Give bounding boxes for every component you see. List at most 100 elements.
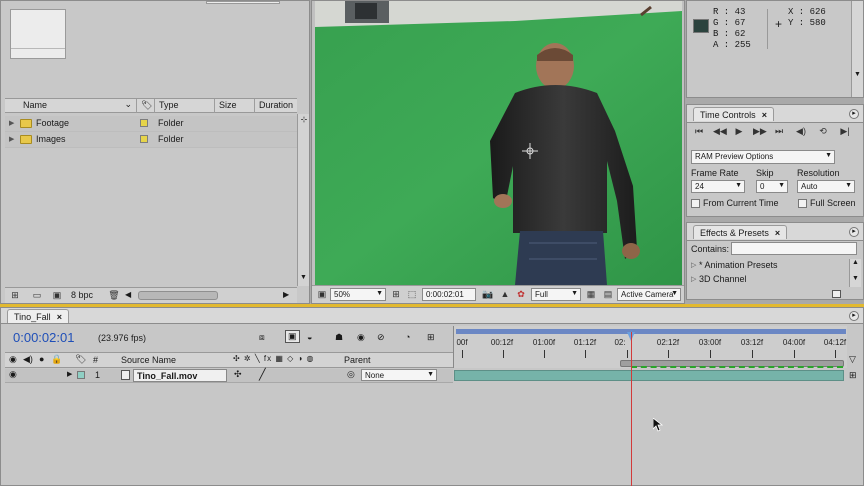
work-area-bar[interactable] (456, 329, 846, 334)
column-type[interactable]: Type (155, 99, 215, 113)
comp-marker-icon[interactable]: ▽ (849, 354, 856, 365)
shy-switch-icon[interactable]: ✣ (234, 369, 242, 380)
expand-triangle-icon[interactable]: ▶ (9, 119, 14, 127)
sort-chevron-icon[interactable]: ⌄ (124, 99, 132, 110)
flowchart-icon[interactable]: ⊹ (299, 115, 309, 125)
tab-time-controls[interactable]: Time Controls × (693, 107, 774, 121)
always-preview-icon[interactable]: ▣ (316, 289, 328, 300)
audio-icon[interactable]: ◀) (23, 354, 33, 365)
column-label-tag[interactable]: 🏷 (137, 99, 155, 113)
tab-effects-presets[interactable]: Effects & Presets × (693, 225, 788, 239)
skip-dropdown[interactable]: 0 (756, 180, 788, 193)
ram-preview-icon[interactable]: ▶| (839, 126, 851, 137)
close-icon[interactable]: × (57, 312, 62, 322)
interpret-footage-icon[interactable]: ⊞ (9, 290, 21, 301)
label-color-swatch[interactable] (77, 371, 85, 379)
loop-icon[interactable]: ⟲ (817, 126, 829, 137)
list-item[interactable]: ▷ 3D Channel (689, 273, 847, 286)
ram-preview-dropdown[interactable]: RAM Preview Options (691, 150, 835, 164)
next-frame-icon[interactable]: ▶▶ (753, 126, 767, 137)
project-list: ▶ Footage Folder ▶ Images Folder (5, 114, 297, 274)
solo-icon[interactable]: ● (39, 354, 44, 364)
frame-rate-dropdown[interactable]: 24 (691, 180, 745, 193)
from-current-time-checkbox[interactable] (691, 199, 700, 208)
eye-icon[interactable]: ◉ (9, 369, 17, 380)
layer-name[interactable]: Tino_Fall.mov (133, 369, 227, 382)
layer-duration-bar[interactable] (454, 366, 844, 381)
close-icon[interactable]: × (775, 228, 780, 238)
project-scrollbar-vertical[interactable]: ⊹ ▼ (297, 114, 309, 286)
new-preset-icon[interactable] (832, 290, 841, 298)
label-color-swatch[interactable] (140, 119, 148, 127)
footage-thumbnail (10, 9, 66, 59)
first-frame-icon[interactable]: ⏮ (693, 126, 705, 137)
region-of-interest-icon[interactable]: ⬚ (406, 289, 418, 300)
label-tag-icon[interactable]: 🏷 (75, 354, 86, 365)
list-item[interactable]: ▷ * Animation Presets (689, 259, 847, 272)
graph-editor-icon[interactable]: ◔ (405, 332, 410, 342)
time-ruler[interactable]: 00f 00:12f 01:00f 01:12f 02: 02:12f 03:0… (453, 326, 847, 368)
horizontal-scroll-left-icon[interactable]: ◀ (125, 290, 131, 299)
expand-triangle-icon[interactable]: ▶ (67, 370, 72, 378)
panel-menu-icon[interactable]: ▸ (849, 227, 859, 237)
info-panel: R : 43 G : 67 B : 62 A : 255 + X : 626 Y… (686, 0, 864, 98)
effects-scrollbar[interactable]: ▲ ▼ (849, 259, 861, 287)
resolution-grid-icon[interactable]: ⊞ (390, 289, 402, 300)
hide-shy-layers-icon[interactable]: ◒ (307, 332, 312, 342)
video-visibility-icon[interactable]: ◉ (9, 354, 17, 365)
column-name[interactable]: Name ⌄ (19, 99, 137, 113)
panel-menu-icon[interactable]: ▸ (849, 311, 859, 321)
fast-previews-icon[interactable]: ▤ (602, 289, 614, 300)
brainstorm-icon[interactable]: ⊘ (377, 332, 385, 343)
project-scrollbar-horizontal[interactable] (138, 291, 218, 300)
close-icon[interactable]: × (762, 110, 767, 120)
project-search-bar[interactable] (206, 1, 280, 4)
bit-depth-button[interactable]: 8 bpc (71, 290, 93, 300)
show-snapshot-icon[interactable]: ▲ (499, 289, 511, 300)
auto-keyframe-icon[interactable]: ⊞ (427, 332, 435, 343)
new-folder-icon[interactable]: ▭ (31, 290, 43, 301)
channel-rgb-icon[interactable]: ✿ (515, 289, 527, 300)
switches-icons: ✣ ✲ ╲ fx ▦ ◇ ◑ ◍ (233, 354, 315, 363)
previous-frame-icon[interactable]: ◀◀ (713, 126, 727, 137)
play-icon[interactable]: ▶ (733, 126, 745, 137)
list-item[interactable]: ▶ Footage Folder (5, 116, 297, 132)
column-duration[interactable]: Duration (255, 99, 297, 113)
tab-composition[interactable]: Tino_Fall × (7, 309, 69, 323)
parent-pickwhip-icon[interactable]: ◎ (347, 369, 355, 380)
full-screen-checkbox[interactable] (798, 199, 807, 208)
audio-icon[interactable]: ◀) (795, 126, 807, 137)
composition-canvas[interactable] (315, 1, 682, 285)
live-update-icon[interactable]: ⧈ (259, 332, 265, 343)
snapshot-camera-icon[interactable]: 📷 (482, 289, 494, 300)
expand-triangle-icon[interactable]: ▷ (691, 275, 696, 283)
horizontal-scroll-right-icon[interactable]: ▶ (283, 290, 289, 299)
expand-triangle-icon[interactable]: ▷ (691, 261, 696, 269)
last-frame-icon[interactable]: ⏭ (773, 126, 785, 137)
table-row[interactable]: ◉ ▶ 1 Tino_Fall.mov ✣ ╱ ◎ None (5, 369, 453, 383)
info-scrollbar[interactable]: ▼ (851, 1, 863, 97)
motion-blur-icon[interactable]: ◉ (357, 332, 365, 343)
resolution-preview-dropdown[interactable]: Auto (797, 180, 855, 193)
label-color-swatch[interactable] (140, 135, 148, 143)
layer-row-icon[interactable]: ⊞ (849, 370, 857, 381)
resolution-dropdown[interactable]: Full (531, 288, 581, 301)
magnification-dropdown[interactable]: 50% (330, 288, 386, 301)
new-composition-icon[interactable]: ▣ (51, 290, 63, 301)
expand-triangle-icon[interactable]: ▶ (9, 135, 14, 143)
playhead-line (631, 332, 632, 486)
camera-view-dropdown[interactable]: Active Camera (617, 288, 681, 301)
column-size[interactable]: Size (215, 99, 255, 113)
lock-icon[interactable]: 🔒 (51, 354, 62, 365)
current-time-display[interactable]: 0:00:02:01 (13, 330, 74, 345)
frame-blending-icon[interactable]: ☗ (335, 332, 343, 343)
panel-menu-icon[interactable]: ▸ (849, 109, 859, 119)
trash-icon[interactable]: 🗑 (108, 290, 120, 301)
quality-switch-icon[interactable]: ╱ (259, 368, 266, 381)
parent-dropdown[interactable]: None (361, 369, 437, 381)
toggle-transparency-grid-icon[interactable]: ▦ (585, 289, 597, 300)
draft-3d-icon[interactable]: ▣ (285, 330, 300, 343)
viewer-timecode-field[interactable]: 0:00:02:01 (422, 288, 476, 301)
effects-search-input[interactable] (731, 242, 857, 255)
list-item[interactable]: ▶ Images Folder (5, 132, 297, 148)
